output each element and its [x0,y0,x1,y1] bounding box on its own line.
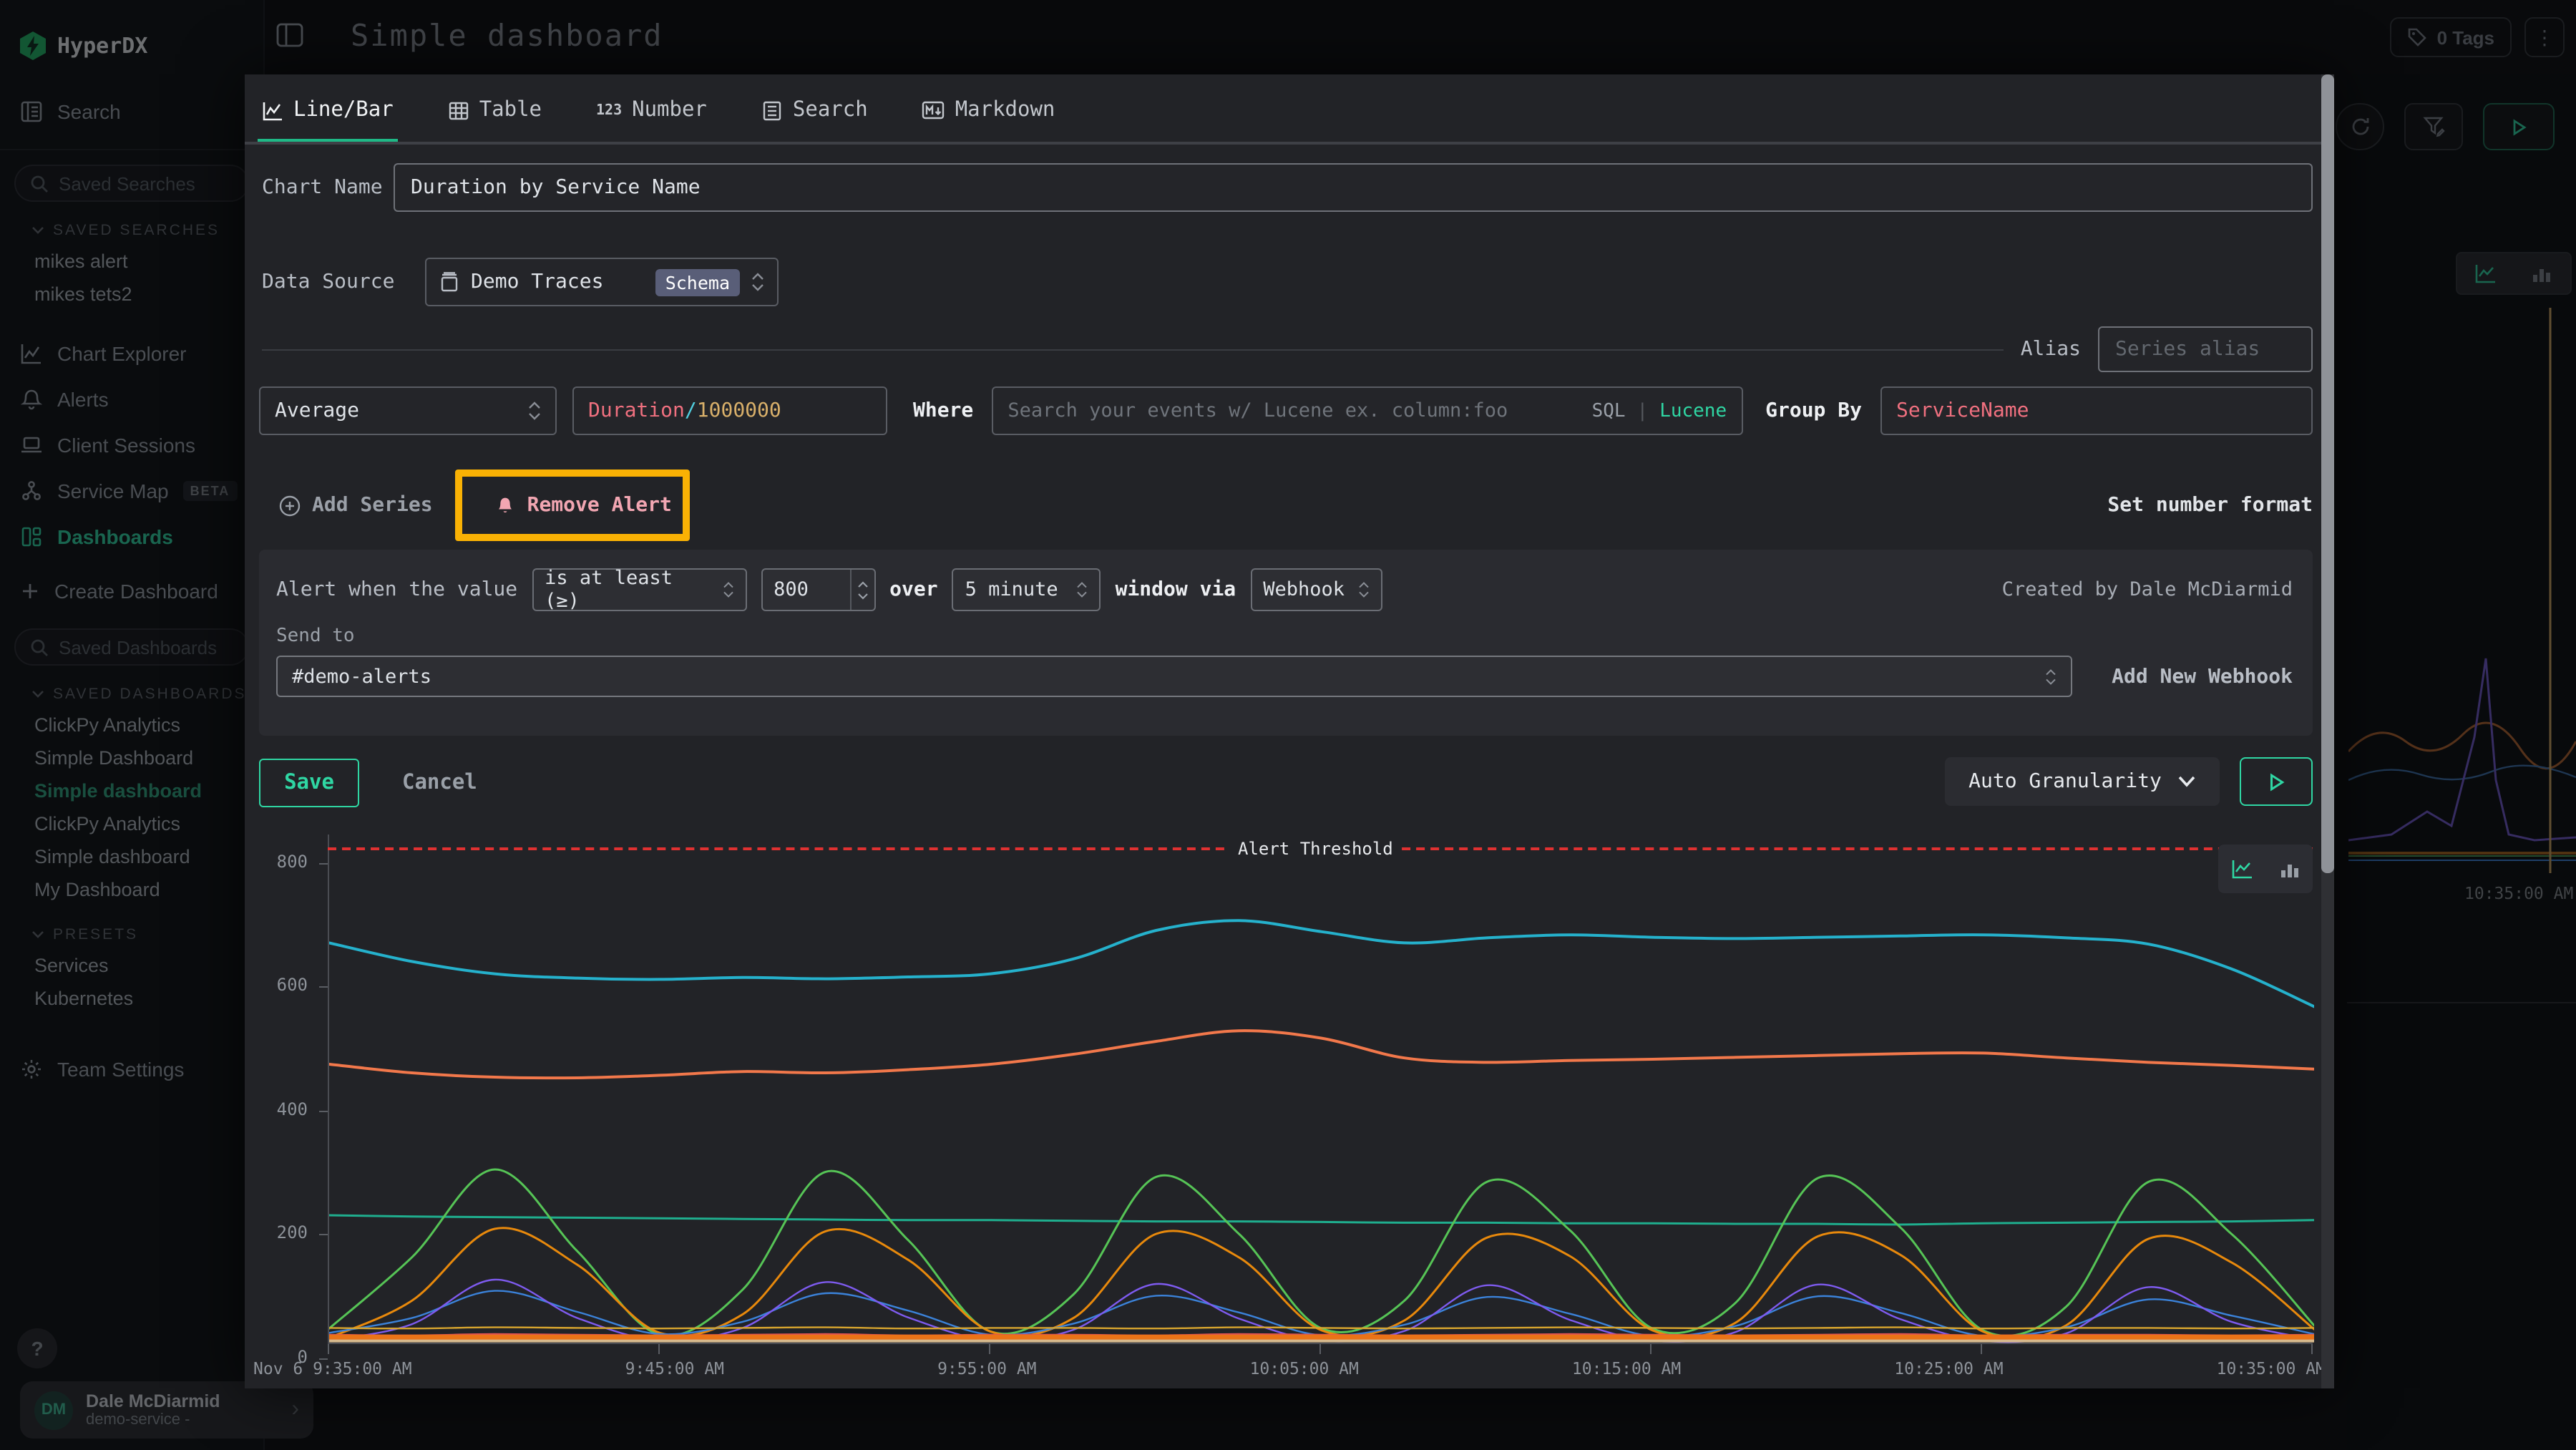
alert-channel-select[interactable]: Webhook [1250,568,1382,611]
y-axis-labels: 8006004002000 [245,835,316,1350]
alert-threshold-line: Alert Threshold [328,847,2313,850]
y-axis-tick-label: 600 [277,975,308,996]
over-label: over [889,578,937,601]
tabs-divider [245,142,2321,145]
window-via-label: window via [1116,578,1236,601]
alert-config-panel: Alert when the value is at least (≥) ove… [259,550,2313,736]
annotation-highlight-box [455,469,690,541]
line-chart-icon [262,99,283,121]
y-axis-tick-label: 400 [277,1099,308,1119]
set-number-format-button[interactable]: Set number format [2107,494,2313,517]
lucene-mode-button[interactable]: Lucene [1659,400,1727,422]
alert-threshold-label: Alert Threshold [1229,839,1402,859]
data-source-label: Data Source [262,271,425,293]
alias-label: Alias [2021,338,2081,361]
chart-plot-area[interactable] [328,835,2313,1344]
y-axis-tick-label: 200 [277,1223,308,1243]
series-line-cyan-top [329,920,2314,1006]
alert-condition-select[interactable]: is at least (≥) [532,568,746,611]
x-tick-marks [328,1344,2313,1354]
scrollbar-thumb[interactable] [2321,74,2334,873]
where-label: Where [913,399,973,422]
doc-list-icon [761,99,783,121]
tab-table[interactable]: Table [448,74,542,146]
chevron-down-icon [2179,776,2196,787]
send-to-label: Send to [276,626,2296,647]
group-by-label: Group By [1765,399,1862,422]
formula-input[interactable]: Duration/1000000 [572,386,887,435]
tab-number[interactable]: 123 Number [596,74,707,146]
chevron-updown-icon [528,401,541,421]
series-line-orange-bells [329,1228,2314,1339]
x-axis-tick-label: 10:05:00 AM [1250,1358,1359,1378]
database-icon [439,271,459,293]
created-by-label: Created by Dale McDiarmid [2002,578,2293,601]
markdown-icon [922,100,945,120]
chart-name-input[interactable] [394,163,2313,212]
chart-series-lines [329,835,2314,1344]
chevron-updown-icon [1077,581,1088,598]
tab-line-bar[interactable]: Line/Bar [262,74,394,146]
bar-chart-toggle-icon[interactable] [2265,845,2313,893]
chevron-updown-icon [1357,581,1369,598]
chevron-updown-icon [2044,668,2056,685]
app-root: HyperDX Search Saved Searches SAVED SEAR… [0,0,2576,1450]
schema-badge[interactable]: Schema [655,268,740,296]
group-by-input[interactable]: ServiceName [1880,386,2313,435]
series-line-yellow-low [329,1328,2314,1329]
x-axis-tick-label: 9:45:00 AM [625,1358,725,1378]
where-search-input[interactable]: Search your events w/ Lucene ex. column:… [992,386,1742,435]
data-source-select[interactable]: Demo Traces Schema [425,258,779,306]
series-editor-row: Average Duration/1000000 Where Search yo… [259,386,2313,435]
x-axis-tick-label: 9:55:00 AM [937,1358,1037,1378]
series-line-orange-mid [329,1031,2314,1078]
save-row: Save Cancel Auto Granularity [259,757,2313,807]
edit-chart-modal: Line/Bar Table 123 Number Search Markdow… [245,74,2334,1388]
chart-type-toggle[interactable] [2218,845,2313,893]
y-axis-tick-label: 800 [277,852,308,872]
alias-row: Alias [262,326,2313,372]
number-123-icon: 123 [596,102,622,118]
threshold-number-field[interactable] [762,570,849,610]
x-axis-tick-label: 10:25:00 AM [1894,1358,2003,1378]
cancel-button[interactable]: Cancel [402,771,477,794]
modal-scrollbar[interactable] [2321,74,2334,1388]
save-button[interactable]: Save [259,758,359,807]
plus-circle-icon [279,495,301,516]
chart-name-label: Chart Name [262,176,394,199]
aggregation-select[interactable]: Average [259,386,557,435]
tab-search[interactable]: Search [761,74,868,146]
add-new-webhook-button[interactable]: Add New Webhook [2112,665,2293,688]
sql-mode-button[interactable]: SQL [1592,400,1626,422]
table-icon [448,99,469,121]
series-line-teal-flat [329,1215,2314,1225]
alert-window-select[interactable]: 5 minute [952,568,1101,611]
data-source-row: Data Source Demo Traces Schema [262,258,779,306]
alert-threshold-input [761,568,875,611]
line-chart-toggle-icon[interactable] [2218,845,2265,893]
chevron-updown-icon [751,272,764,292]
chart-name-row: Chart Name [262,163,2313,212]
chevron-updown-icon [722,581,733,598]
chart-type-tabs: Line/Bar Table 123 Number Search Markdow… [245,74,2321,146]
y-tick-marks [319,835,328,1350]
series-alias-input[interactable] [2098,326,2313,372]
webhook-channel-select[interactable]: #demo-alerts [276,656,2072,697]
x-axis-labels: Nov 6 9:35:00 AM 9:45:00 AM 9:55:00 AM 10:0… [253,1358,2326,1378]
number-stepper[interactable] [849,570,874,610]
add-series-button[interactable]: Add Series [279,494,433,517]
x-axis-tick-label: Nov 6 9:35:00 AM [253,1358,412,1378]
alert-prefix-label: Alert when the value [276,578,517,601]
run-chart-button[interactable] [2240,757,2313,806]
alias-divider-line [262,349,2004,350]
granularity-select[interactable]: Auto Granularity [1945,757,2220,806]
tab-markdown[interactable]: Markdown [922,74,1055,146]
x-axis-tick-label: 10:35:00 AM [2217,1358,2326,1378]
x-axis-tick-label: 10:15:00 AM [1572,1358,1681,1378]
